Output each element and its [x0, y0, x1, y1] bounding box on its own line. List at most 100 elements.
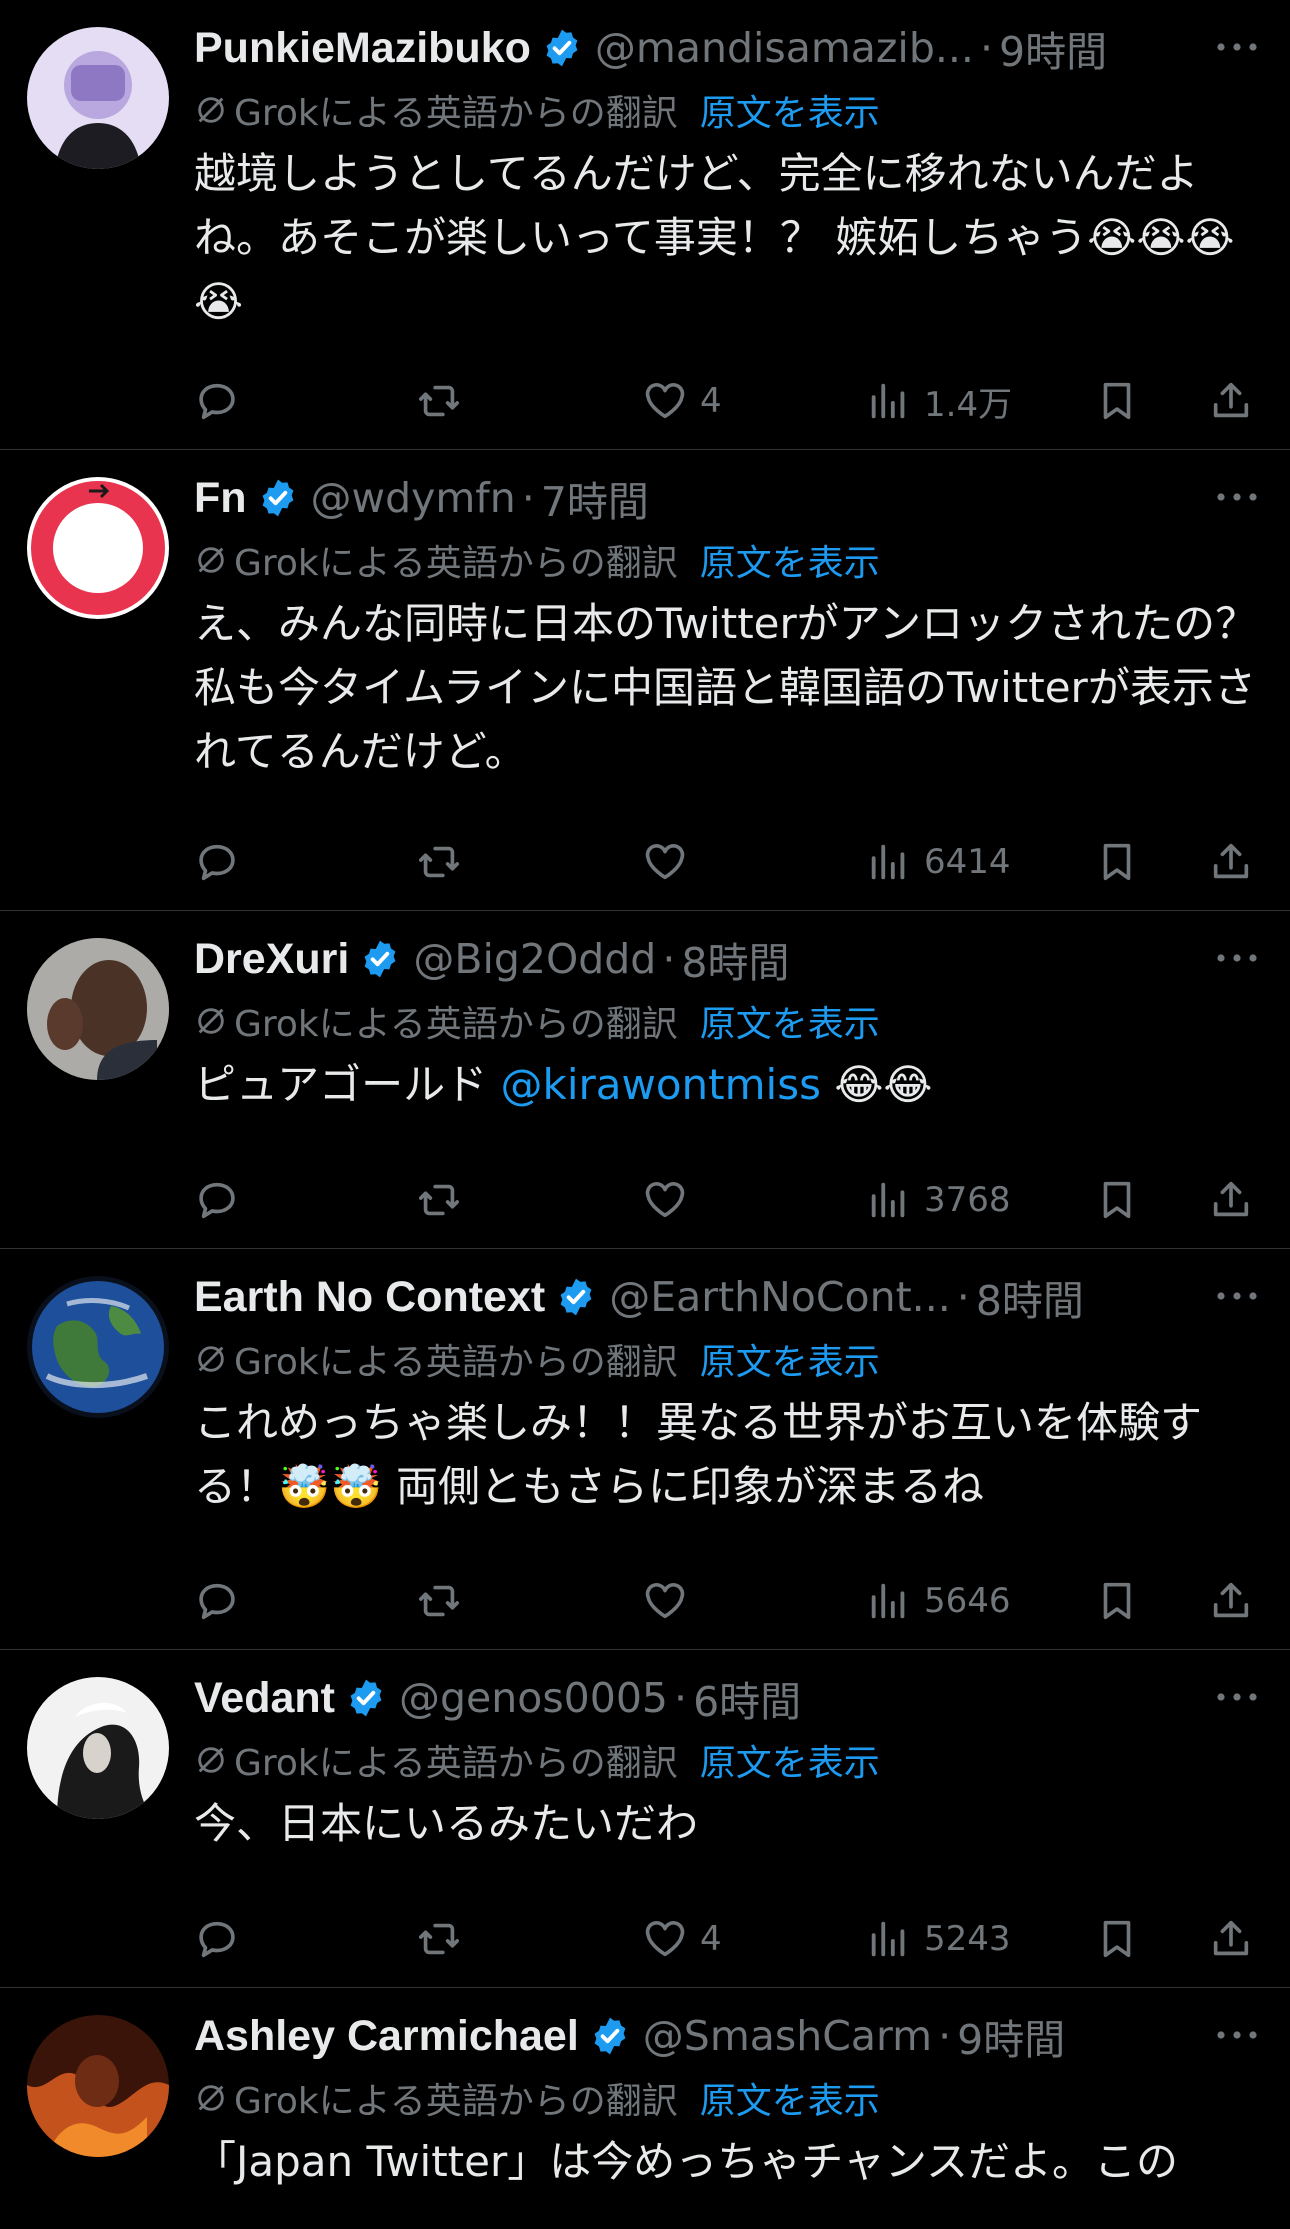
like-button[interactable]: 4 — [642, 1909, 722, 1969]
views-button[interactable]: 6414 — [866, 832, 1011, 892]
display-name[interactable]: PunkieMazibuko — [194, 24, 531, 73]
timeline-feed: PunkieMazibuko @mandisamazib... · 9時間 Gr… — [0, 0, 1290, 2229]
reply-icon — [194, 1578, 240, 1624]
heart-icon — [642, 1177, 688, 1223]
user-handle[interactable]: @Big2Oddd — [413, 935, 656, 983]
reply-button[interactable] — [194, 371, 240, 431]
tweet[interactable]: PunkieMazibuko @mandisamazib... · 9時間 Gr… — [0, 0, 1290, 450]
avatar[interactable] — [27, 1677, 169, 1819]
timestamp[interactable]: 7時間 — [541, 468, 649, 528]
tweet-text: ピュアゴールド @kirawontmiss 😂😂 — [194, 1053, 1264, 1117]
views-button[interactable]: 3768 — [866, 1170, 1011, 1230]
reply-button[interactable] — [194, 832, 240, 892]
avatar[interactable] — [27, 27, 169, 169]
bookmark-icon — [1094, 1578, 1140, 1624]
bookmark-button[interactable] — [1094, 1571, 1140, 1631]
user-handle[interactable]: @EarthNoCont... — [609, 1273, 951, 1321]
retweet-button[interactable] — [416, 1170, 462, 1230]
views-button[interactable]: 5646 — [866, 1571, 1011, 1631]
more-dots-icon[interactable] — [1214, 32, 1260, 62]
reply-button[interactable] — [194, 1909, 240, 1969]
share-button[interactable] — [1208, 371, 1254, 431]
more-dots-icon[interactable] — [1214, 943, 1260, 973]
slashed-circle-icon — [194, 1004, 228, 1038]
translation-label: Grokによる英語からの翻訳 — [234, 2081, 678, 2122]
avatar[interactable] — [27, 1276, 169, 1418]
views-button[interactable]: 1.4万 — [866, 371, 1012, 431]
retweet-icon — [416, 1916, 462, 1962]
tweet-text: え、みんな同時に日本のTwitterがアンロックされたの？ 私も今タイムラインに… — [194, 599, 1271, 776]
avatar[interactable] — [27, 477, 169, 619]
timestamp[interactable]: 9時間 — [999, 18, 1107, 78]
show-original-link[interactable]: 原文を表示 — [700, 534, 880, 586]
share-button[interactable] — [1208, 1170, 1254, 1230]
retweet-button[interactable] — [416, 832, 462, 892]
like-button[interactable] — [642, 832, 700, 892]
like-button[interactable]: 4 — [642, 371, 722, 431]
share-button[interactable] — [1208, 1571, 1254, 1631]
reply-button[interactable] — [194, 1170, 240, 1230]
views-bar-icon — [866, 1177, 912, 1223]
share-button[interactable] — [1208, 832, 1254, 892]
tweet[interactable]: Fn @wdymfn · 7時間 Grokによる英語からの翻訳 原文を表示 え、… — [0, 450, 1290, 911]
show-original-link[interactable]: 原文を表示 — [700, 2072, 880, 2124]
user-handle[interactable]: @genos0005 — [399, 1674, 668, 1722]
tweet-text-end: 😂😂 — [821, 1060, 933, 1109]
views-bar-icon — [866, 1578, 912, 1624]
slashed-circle-icon — [194, 2081, 228, 2115]
action-bar: 6414 — [194, 832, 1260, 892]
show-original-link[interactable]: 原文を表示 — [700, 995, 880, 1047]
reply-button[interactable] — [194, 1571, 240, 1631]
display-name[interactable]: Ashley Carmichael — [194, 2012, 579, 2061]
bookmark-button[interactable] — [1094, 1909, 1140, 1969]
views-bar-icon — [866, 1916, 912, 1962]
tweet[interactable]: Vedant @genos0005 · 6時間 Grokによる英語からの翻訳 原… — [0, 1650, 1290, 1988]
retweet-button[interactable] — [416, 1909, 462, 1969]
timestamp[interactable]: 8時間 — [681, 929, 789, 989]
show-original-link[interactable]: 原文を表示 — [700, 1734, 880, 1786]
timestamp[interactable]: 6時間 — [693, 1668, 801, 1728]
user-handle[interactable]: @mandisamazib... — [595, 24, 974, 72]
retweet-icon — [416, 1578, 462, 1624]
display-name[interactable]: Earth No Context — [194, 1273, 545, 1322]
separator-dot: · — [956, 1273, 970, 1321]
display-name[interactable]: DreXuri — [194, 935, 349, 984]
like-button[interactable] — [642, 1571, 700, 1631]
more-dots-icon[interactable] — [1214, 2020, 1260, 2050]
action-bar: 4 5243 — [194, 1909, 1260, 1969]
display-name[interactable]: Vedant — [194, 1674, 335, 1723]
bookmark-button[interactable] — [1094, 371, 1140, 431]
share-button[interactable] — [1208, 1909, 1254, 1969]
display-name[interactable]: Fn — [194, 474, 247, 523]
view-count: 1.4万 — [924, 384, 1013, 425]
avatar[interactable] — [27, 2015, 169, 2157]
share-icon — [1208, 1578, 1254, 1624]
mention-link[interactable]: @kirawontmiss — [501, 1060, 821, 1109]
user-handle[interactable]: @wdymfn — [311, 474, 516, 522]
show-original-link[interactable]: 原文を表示 — [700, 1333, 880, 1385]
like-button[interactable] — [642, 1170, 700, 1230]
timestamp[interactable]: 9時間 — [957, 2006, 1065, 2066]
tweet[interactable]: Earth No Context @EarthNoCont... · 8時間 G… — [0, 1249, 1290, 1650]
timestamp[interactable]: 8時間 — [976, 1267, 1084, 1327]
user-handle[interactable]: @SmashCarm — [643, 2012, 932, 2060]
view-count: 6414 — [924, 842, 1011, 882]
retweet-icon — [416, 378, 462, 424]
action-bar: 5646 — [194, 1571, 1260, 1631]
retweet-icon — [416, 1177, 462, 1223]
retweet-button[interactable] — [416, 371, 462, 431]
show-original-link[interactable]: 原文を表示 — [700, 84, 880, 136]
views-button[interactable]: 5243 — [866, 1909, 1011, 1969]
bookmark-button[interactable] — [1094, 1170, 1140, 1230]
tweet[interactable]: DreXuri @Big2Oddd · 8時間 Grokによる英語からの翻訳 原… — [0, 911, 1290, 1249]
avatar[interactable] — [27, 938, 169, 1080]
more-dots-icon[interactable] — [1214, 1682, 1260, 1712]
translation-label: Grokによる英語からの翻訳 — [234, 1004, 678, 1045]
translation-notice: Grokによる英語からの翻訳 原文を表示 — [194, 2066, 1260, 2130]
reply-icon — [194, 839, 240, 885]
tweet[interactable]: Ashley Carmichael @SmashCarm · 9時間 Grokに… — [0, 1988, 1290, 2229]
retweet-button[interactable] — [416, 1571, 462, 1631]
more-dots-icon[interactable] — [1214, 482, 1260, 512]
bookmark-button[interactable] — [1094, 832, 1140, 892]
more-dots-icon[interactable] — [1214, 1281, 1260, 1311]
